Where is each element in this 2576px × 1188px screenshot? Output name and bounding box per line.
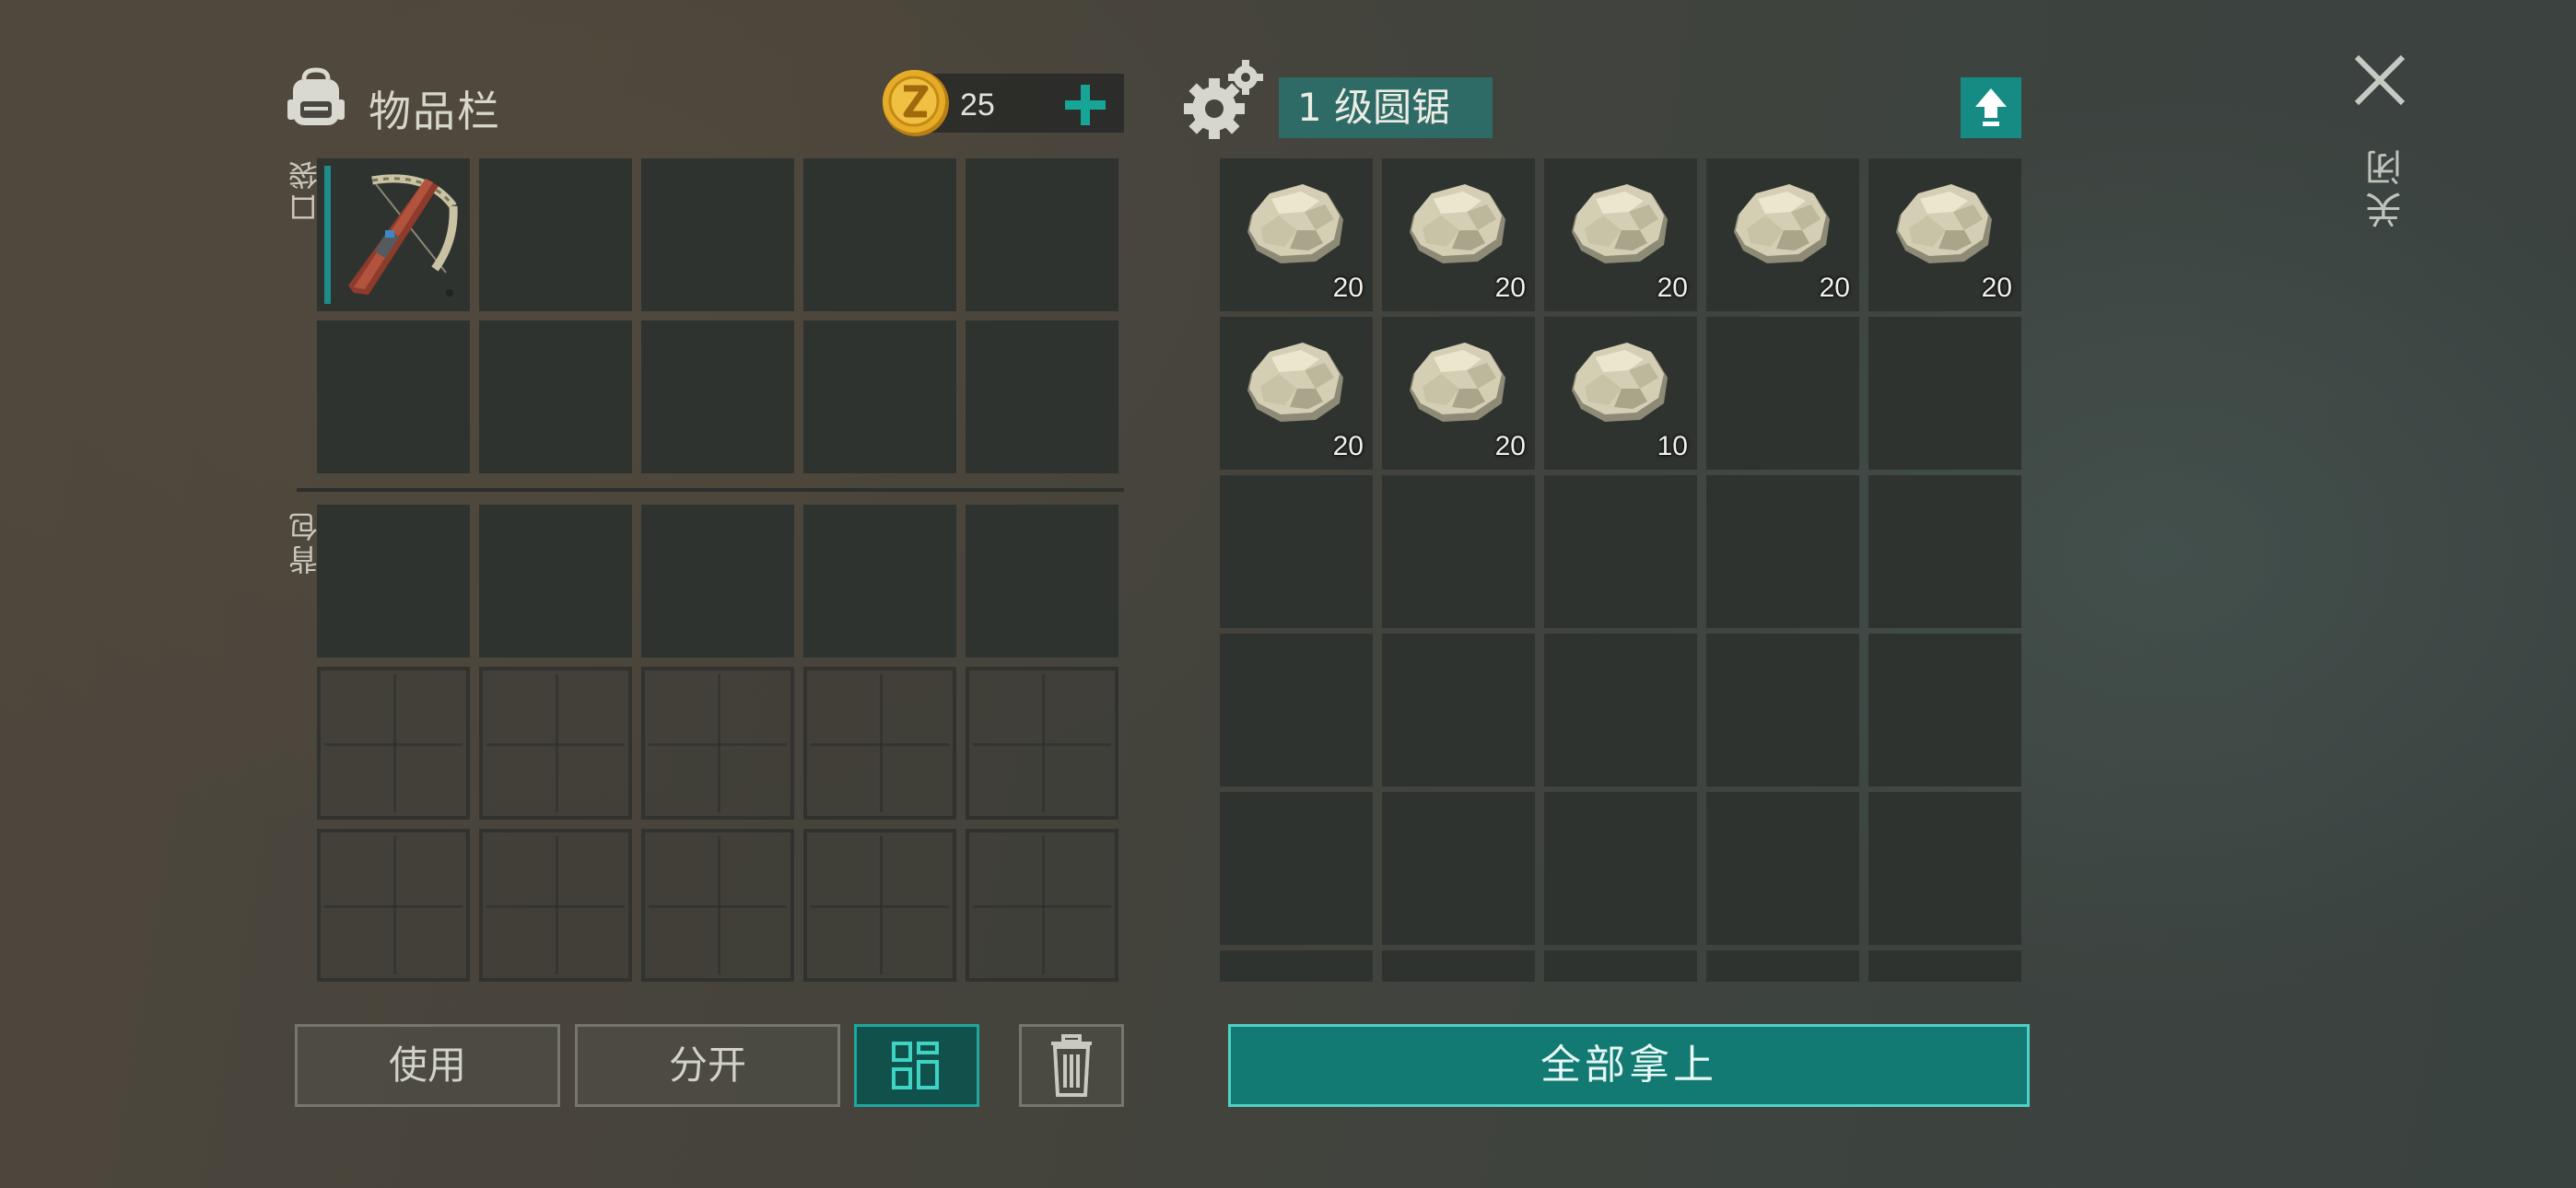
close-button[interactable]: 关闭 <box>2360 144 2414 228</box>
machine-slot[interactable] <box>1382 634 1535 786</box>
split-button[interactable]: 分开 <box>575 1024 840 1107</box>
locked-slot[interactable] <box>641 667 794 820</box>
locked-slot[interactable] <box>803 829 956 982</box>
machine-slot[interactable]: 20 <box>1382 317 1535 470</box>
locked-slot[interactable] <box>317 829 470 982</box>
sort-button[interactable] <box>854 1024 979 1107</box>
section-divider <box>297 488 1124 492</box>
machine-slot[interactable] <box>1706 317 1859 470</box>
inventory-title: 物品栏 <box>369 87 501 136</box>
machine-slot[interactable] <box>1382 950 1535 982</box>
item-quantity: 20 <box>1332 431 1364 461</box>
locked-slot[interactable] <box>641 829 794 982</box>
machine-slot[interactable] <box>1868 317 2021 470</box>
pocket-slot[interactable] <box>966 158 1118 311</box>
machine-slot[interactable] <box>1220 792 1373 945</box>
backpack-slot[interactable] <box>641 505 794 658</box>
backpack-slot[interactable] <box>966 505 1118 658</box>
item-quantity: 20 <box>1332 273 1364 303</box>
locked-slot[interactable] <box>966 667 1118 820</box>
coin-count: 25 <box>960 87 995 122</box>
machine-slot[interactable] <box>1382 475 1535 628</box>
machine-slot[interactable] <box>1544 634 1697 786</box>
take-all-button[interactable]: 全部拿上 <box>1228 1024 2030 1107</box>
upgrade-button[interactable] <box>1961 77 2021 138</box>
close-icon[interactable] <box>2348 48 2412 112</box>
sort-grid-icon <box>892 1042 939 1089</box>
machine-slot[interactable] <box>1220 475 1373 628</box>
pocket-slot[interactable] <box>966 320 1118 473</box>
machine-slot[interactable]: 10 <box>1544 317 1697 470</box>
item-quantity: 20 <box>1819 273 1850 303</box>
backpack-icon <box>287 67 345 125</box>
backpack-slot[interactable] <box>317 505 470 658</box>
coin-icon <box>883 70 949 136</box>
machine-slot[interactable] <box>1706 634 1859 786</box>
backpack-slot[interactable] <box>479 505 632 658</box>
machine-slot[interactable]: 20 <box>1868 158 2021 311</box>
item-quantity: 20 <box>1494 431 1526 461</box>
machine-slot[interactable]: 20 <box>1544 158 1697 311</box>
machine-slot[interactable]: 20 <box>1220 317 1373 470</box>
pocket-slot[interactable] <box>317 158 470 311</box>
locked-slot[interactable] <box>803 667 956 820</box>
pocket-slot[interactable] <box>317 320 470 473</box>
machine-slot[interactable]: 20 <box>1382 158 1535 311</box>
machine-slot[interactable] <box>1706 475 1859 628</box>
machine-slot[interactable] <box>1544 792 1697 945</box>
discard-button[interactable] <box>1019 1024 1124 1107</box>
item-quantity: 20 <box>1657 273 1688 303</box>
machine-slot[interactable] <box>1220 950 1373 982</box>
machine-slot[interactable] <box>1706 950 1859 982</box>
machine-title: 1 级圆锯 <box>1279 77 1493 138</box>
item-quantity: 20 <box>1494 273 1526 303</box>
pocket-slot[interactable] <box>641 320 794 473</box>
machine-slot[interactable] <box>1382 792 1535 945</box>
crossbow-icon <box>348 174 458 297</box>
machine-slot[interactable] <box>1220 634 1373 786</box>
locked-slot[interactable] <box>479 829 632 982</box>
locked-slot[interactable] <box>317 667 470 820</box>
pocket-slot[interactable] <box>479 320 632 473</box>
machine-slot[interactable] <box>1868 792 2021 945</box>
machine-slot[interactable] <box>1868 950 2021 982</box>
use-button[interactable]: 使用 <box>295 1024 560 1107</box>
machine-slot[interactable] <box>1868 475 2021 628</box>
add-coins-button[interactable] <box>1060 79 1111 131</box>
machine-slot[interactable] <box>1868 634 2021 786</box>
item-quantity: 10 <box>1657 431 1688 461</box>
pocket-slot[interactable] <box>803 158 956 311</box>
locked-slot[interactable] <box>966 829 1118 982</box>
gears-icon <box>1184 60 1263 139</box>
trash-icon <box>1051 1034 1092 1097</box>
backpack-slot[interactable] <box>803 505 956 658</box>
pocket-slot[interactable] <box>803 320 956 473</box>
machine-slot[interactable]: 20 <box>1706 158 1859 311</box>
machine-slot[interactable] <box>1706 792 1859 945</box>
machine-slot[interactable] <box>1544 475 1697 628</box>
machine-slot[interactable]: 20 <box>1220 158 1373 311</box>
pocket-slot[interactable] <box>641 158 794 311</box>
machine-slot[interactable] <box>1544 950 1697 982</box>
item-quantity: 20 <box>1981 273 2012 303</box>
locked-slot[interactable] <box>479 667 632 820</box>
pocket-slot[interactable] <box>479 158 632 311</box>
